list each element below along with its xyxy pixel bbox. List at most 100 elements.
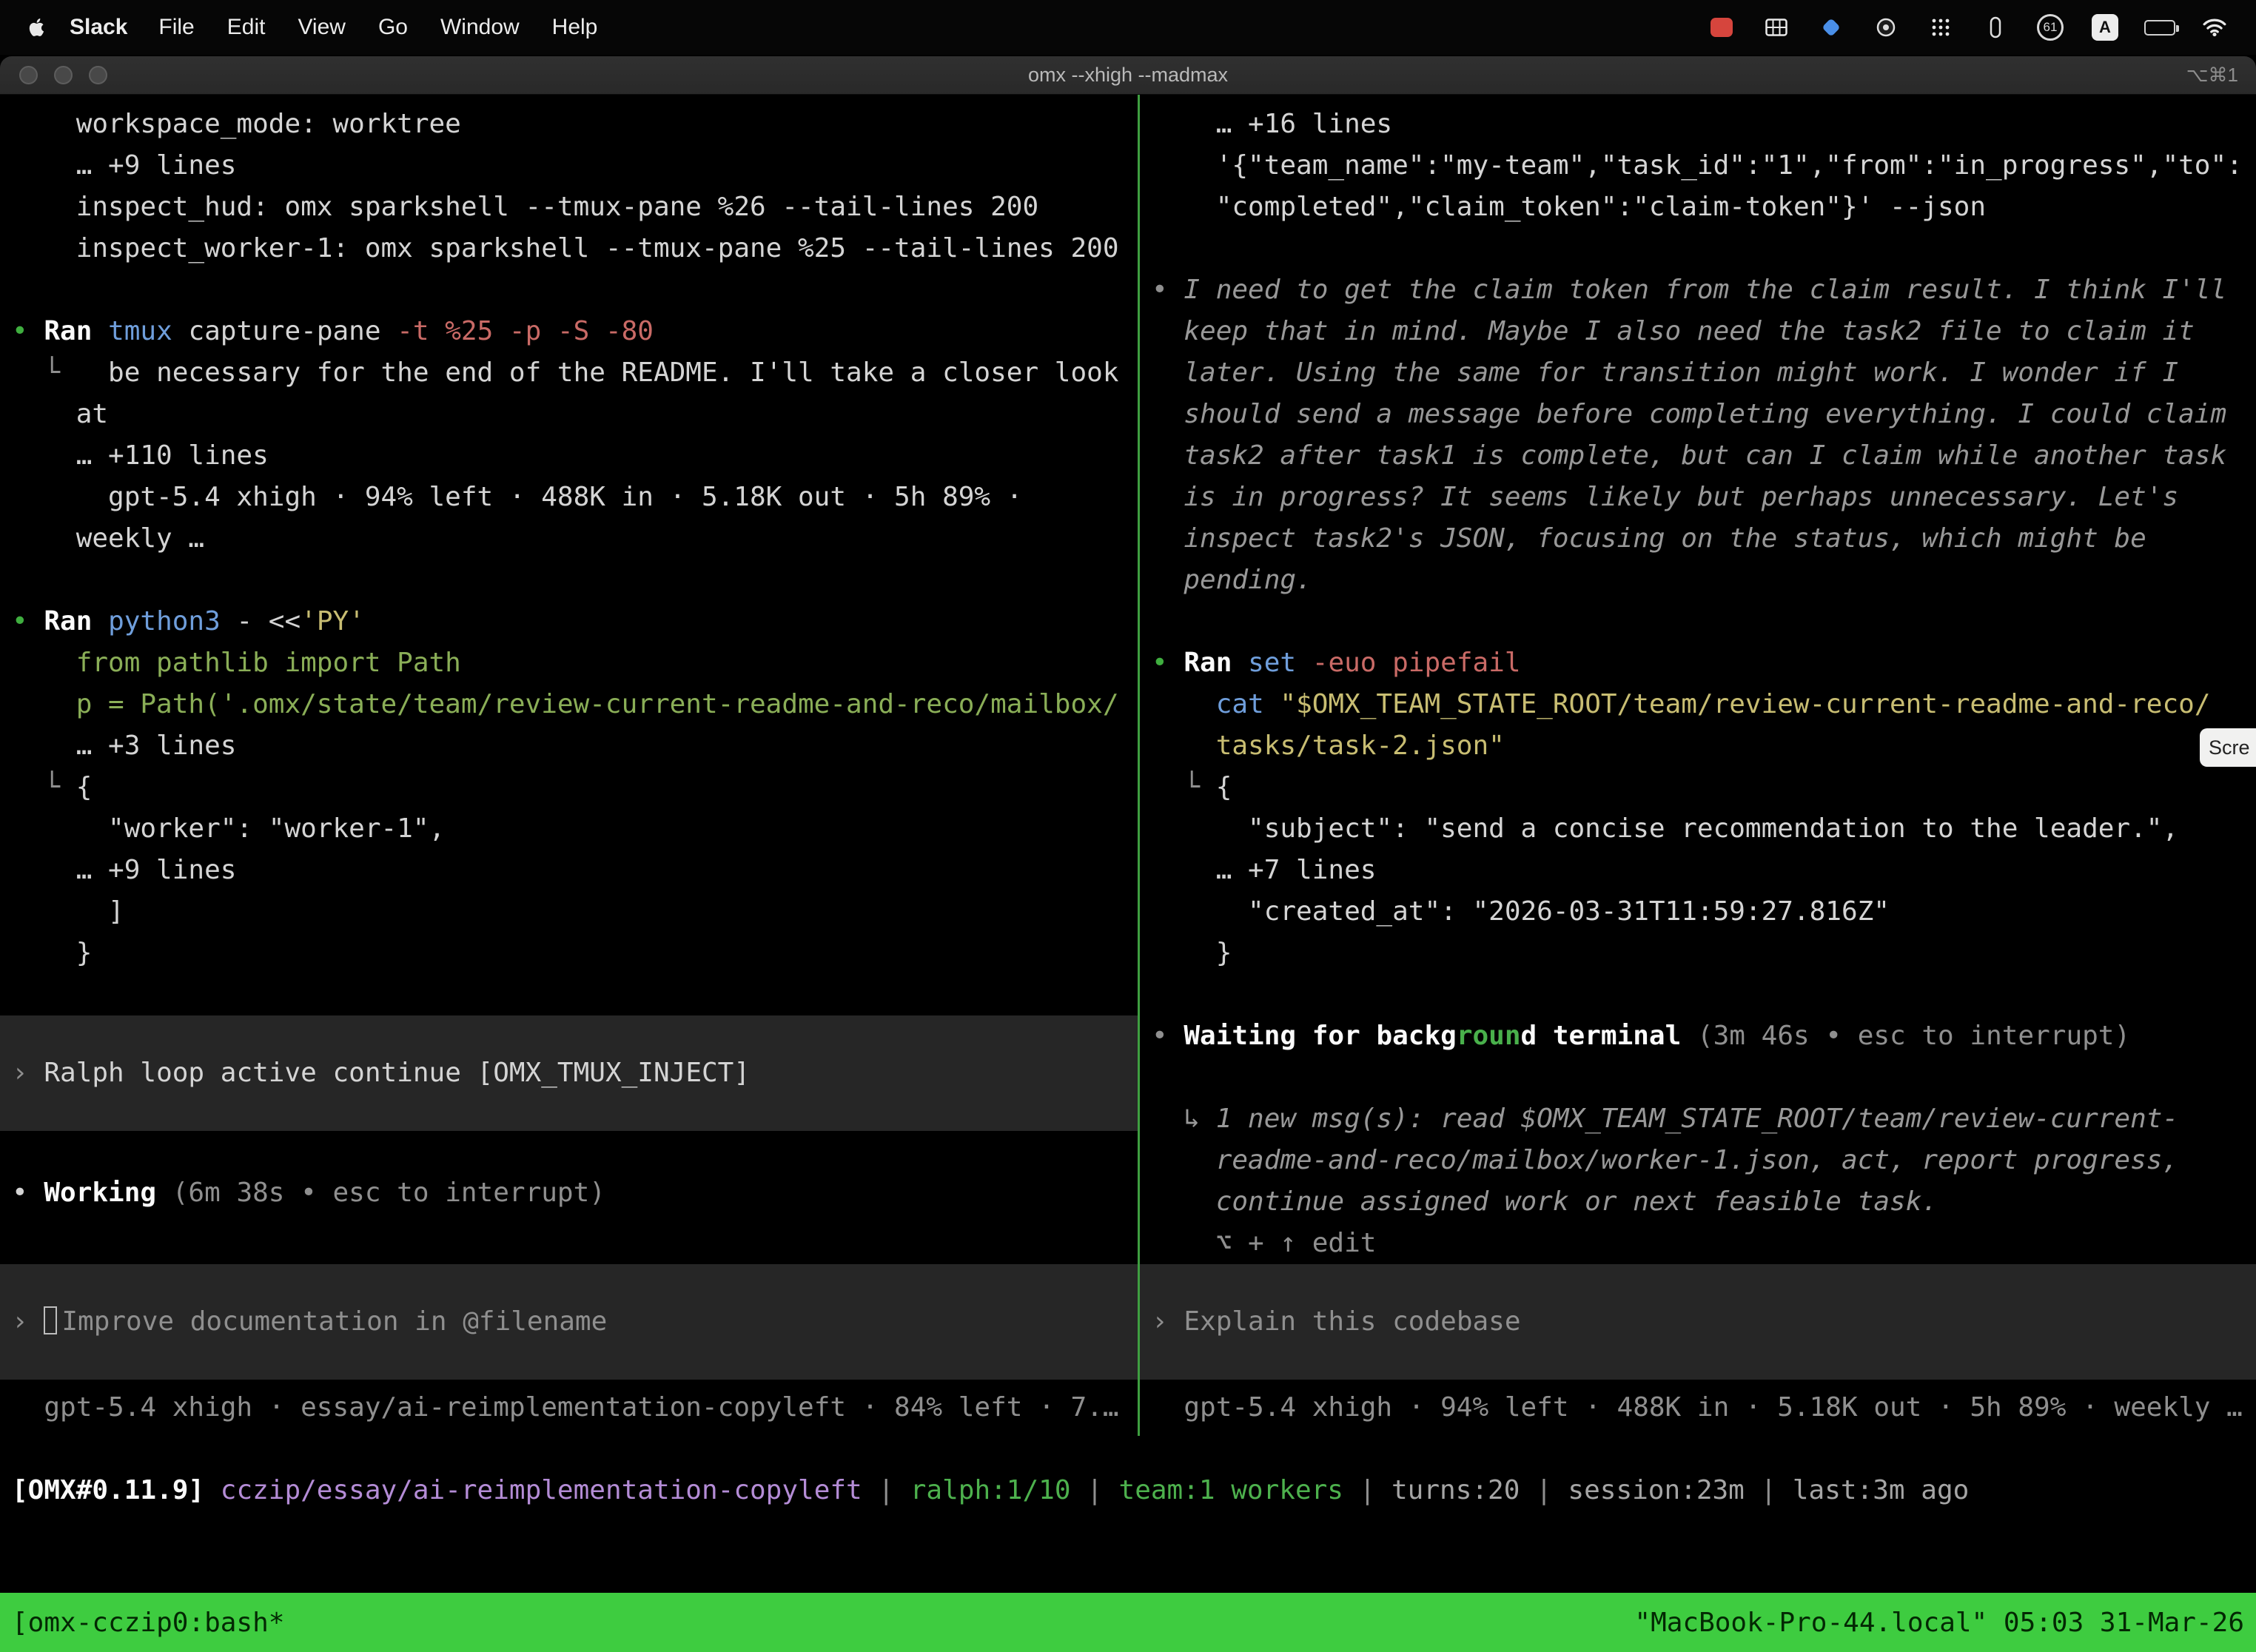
app-menu-slack[interactable]: Slack [58,15,142,40]
menu-pill-icon[interactable] [1972,0,2019,55]
text-segment: … +16 lines [1216,109,1392,139]
text-segment: is in progress? It seems likely but perh… [1184,482,2178,512]
terminal-line: ⌥ + ↑ edit [1140,1223,2256,1264]
clipped-screen-overlay[interactable]: Scre [2200,728,2256,767]
status-segment: ralph:1/10 [910,1475,1071,1505]
left-prompt-band[interactable]: › Improve documentation in @filename [0,1264,1138,1380]
blue-app-icon[interactable] [1807,0,1855,55]
battery-glyph [2144,20,2175,36]
text-segment: - << [236,606,301,637]
text-segment: roun [1457,1021,1521,1051]
battery-icon[interactable] [2136,0,2183,55]
terminal-line: ] [0,891,1138,933]
terminal-line: } [0,933,1138,974]
status-segment: cczip/essay/ai-reimplementation-copyleft [221,1475,862,1505]
terminal-line: inspect task2's JSON, focusing on the st… [1140,518,2256,560]
text-segment: python3 [108,606,236,637]
right-pane-flow: … +16 lines '{"team_name":"my-team","task… [1140,104,2256,1264]
terminal-line: pending. [1140,560,2256,601]
left-pane[interactable]: workspace_mode: worktree … +9 lines inspec… [0,95,1138,1436]
right-pane[interactable]: … +16 lines '{"team_name":"my-team","task… [1140,95,2256,1436]
menu-item-view[interactable]: View [281,15,361,40]
terminal-line: cat "$OMX_TEAM_STATE_ROOT/team/review-cu… [1140,684,2256,725]
terminal-line: weekly … [0,518,1138,560]
tmux-session-label: [omx-cczip0:bash* [12,1608,284,1638]
wifi-icon[interactable] [2191,0,2238,55]
text-segment: Ran [44,606,108,637]
record-stop-glyph [1711,18,1733,37]
menu-item-help[interactable]: Help [536,15,614,40]
terminal-line: … +110 lines [0,435,1138,477]
terminal-window: omx --xhigh --madmax ⌥⌘1 workspace_mode:… [0,56,2256,1652]
text-segment: } [1216,938,1232,968]
menu-item-go[interactable]: Go [362,15,424,40]
dots-grid-icon[interactable] [1917,0,1964,55]
text-segment: inspect_worker-1: omx sparkshell --tmux-… [76,233,1119,263]
text-segment: '{"team_name":"my-team","task_id":"1","f… [1216,150,2243,181]
terminal-line: from pathlib import Path [0,642,1138,684]
tmux-host-time-label: "MacBook-Pro-44.local" 05:03 31-Mar-26 [1634,1608,2244,1638]
terminal-line: inspect_hud: omx sparkshell --tmux-pane … [0,187,1138,228]
terminal-line: tasks/task-2.json" [1140,725,2256,767]
battery-gauge-icon[interactable]: 61 [2027,0,2074,55]
terminal-line: } [1140,933,2256,974]
text-segment: … +3 lines [76,731,237,761]
terminal-line: › Explain this codebase [1140,1301,1521,1343]
status-segment: | [862,1475,910,1505]
titlebar[interactable]: omx --xhigh --madmax ⌥⌘1 [0,56,2256,95]
left-pane-flow: workspace_mode: worktree … +9 lines inspec… [0,104,1138,1214]
text-segment: gpt-5.4 xhigh · 94% left · 488K in · 5.1… [108,482,1022,512]
text-segment: • [1152,275,1184,305]
terminal-line: readme-and-reco/mailbox/worker-1.json, a… [1140,1140,2256,1181]
text-segment: • [1152,1021,1184,1051]
terminal-line: • Ran python3 - <<'PY' [0,601,1138,642]
text-segment: • [12,1178,44,1208]
menu-item-window[interactable]: Window [424,15,536,40]
apple-icon [28,16,47,38]
status-segment: | [1745,1475,1793,1505]
menubar-status-icons: 61 A [1698,0,2238,55]
text-segment: inspect_hud: omx sparkshell --tmux-pane … [76,192,1038,222]
terminal-line: should send a message before completing … [1140,394,2256,435]
text-segment: "worker": "worker-1", [108,813,445,844]
menubar: Slack FileEditViewGoWindowHelp 61 A [0,0,2256,55]
terminal-line: task2 after task1 is complete, but can I… [1140,435,2256,477]
text-segment: keep that in mind. Maybe I also need the… [1184,316,2194,346]
terminal-line: … +16 lines [1140,104,2256,145]
text-segment: … +9 lines [76,855,237,885]
text-segment: › [1152,1306,1184,1337]
text-segment: workspace_mode: worktree [76,109,461,139]
text-segment: gpt-5.4 xhigh · 94% left · 488K in · 5.1… [1184,1392,2242,1423]
screen-recording-icon[interactable] [1698,0,1745,55]
text-segment: inspect task2's JSON, focusing on the st… [1184,523,2146,554]
terminal-line: keep that in mind. Maybe I also need the… [1140,311,2256,352]
status-segment: turns:20 [1391,1475,1520,1505]
terminal-line: '{"team_name":"my-team","task_id":"1","f… [1140,145,2256,187]
input-source-icon[interactable]: A [2081,0,2129,55]
menu-item-edit[interactable]: Edit [211,15,282,40]
omx-status-line: [OMX#0.11.9] cczip/essay/ai-reimplementa… [0,1470,2256,1511]
text-segment: { [76,772,93,802]
terminal-content: workspace_mode: worktree … +9 lines inspec… [0,95,2256,1652]
terminal-line: gpt-5.4 xhigh · 94% left · 488K in · 5.1… [0,477,1138,518]
text-segment: weekly … [76,523,204,554]
terminal-line [0,974,1138,1015]
menu-items: FileEditViewGoWindowHelp [142,15,614,40]
text-segment: ↳ 1 new msg(s): read $OMX_TEAM_STATE_ROO… [1184,1104,2178,1134]
text-segment: -t %25 -p -S -80 [397,316,654,346]
grid-icon[interactable] [1753,0,1800,55]
apple-menu[interactable] [18,0,58,55]
text-segment: capture-pane [188,316,397,346]
text-segment: set [1248,648,1312,678]
status-circle-icon[interactable] [1862,0,1910,55]
text-segment: } [76,938,93,968]
terminal-line: › Ralph loop active continue [OMX_TMUX_I… [0,1052,750,1094]
status-segment: | [1520,1475,1568,1505]
menu-item-file[interactable]: File [142,15,210,40]
text-segment: (6m 38s • esc to interrupt) [172,1178,605,1208]
terminal-line: └ be necessary for the end of the README… [0,352,1138,394]
right-prompt-band[interactable]: › Explain this codebase [1140,1264,2256,1380]
window-shortcut-hint: ⌥⌘1 [2186,64,2238,87]
text-segment: p = Path('.omx/state/team/review-current… [76,689,1119,719]
text-segment: ⌥ + ↑ edit [1216,1228,1377,1258]
